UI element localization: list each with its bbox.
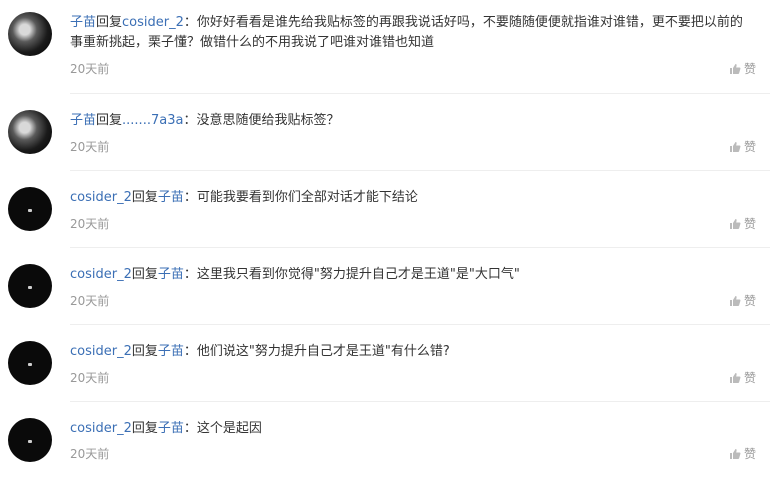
like-label: 赞 xyxy=(743,447,756,461)
comment-time: 20天前 xyxy=(70,217,110,231)
reply-word: 回复 xyxy=(96,15,123,30)
comment-item: cosider_2回复子苗：这个是起因 20天前 赞 xyxy=(0,402,770,479)
avatar[interactable] xyxy=(8,187,52,231)
reply-word: 回复 xyxy=(131,190,158,205)
like-button[interactable]: 赞 xyxy=(729,138,756,155)
reply-to-link[interactable]: 子苗 xyxy=(158,190,184,205)
comment-text: ：这里我只看到你觉得"努力提升自己才是王道"是"大口气" xyxy=(183,267,520,282)
comment-item: cosider_2回复子苗：他们说这"努力提升自己才是王道"有什么错? 20天前… xyxy=(0,325,770,402)
comment-content: cosider_2回复子苗：可能我要看到你们全部对话才能下结论 xyxy=(70,188,754,208)
reply-word: 回复 xyxy=(131,344,158,359)
like-button[interactable]: 赞 xyxy=(729,292,756,309)
like-label: 赞 xyxy=(743,140,756,154)
comment-text: ：他们说这"努力提升自己才是王道"有什么错? xyxy=(183,344,450,359)
comment-list: 子苗回复cosider_2：你好好看看是谁先给我贴标签的再跟我说话好吗，不要随随… xyxy=(0,0,770,479)
thumbs-up-icon xyxy=(729,372,741,383)
avatar[interactable] xyxy=(8,264,52,308)
thumbs-up-icon xyxy=(729,218,741,229)
avatar[interactable] xyxy=(8,341,52,385)
comment-time: 20天前 xyxy=(70,140,110,154)
author-link[interactable]: 子苗 xyxy=(70,113,96,128)
author-link[interactable]: cosider_2 xyxy=(70,344,132,359)
reply-word: 回复 xyxy=(131,267,158,282)
like-button[interactable]: 赞 xyxy=(729,215,756,232)
thumbs-up-icon xyxy=(729,141,741,152)
like-label: 赞 xyxy=(743,294,756,308)
comment-time: 20天前 xyxy=(70,371,110,385)
comment-content: cosider_2回复子苗：这里我只看到你觉得"努力提升自己才是王道"是"大口气… xyxy=(70,265,754,285)
like-button[interactable]: 赞 xyxy=(729,445,756,462)
reply-to-link[interactable]: 子苗 xyxy=(158,267,184,282)
comment-time: 20天前 xyxy=(70,447,110,461)
comment-content: cosider_2回复子苗：这个是起因 xyxy=(70,419,754,439)
comment-text: ：可能我要看到你们全部对话才能下结论 xyxy=(183,190,418,205)
comment-content: 子苗回复cosider_2：你好好看看是谁先给我贴标签的再跟我说话好吗，不要随随… xyxy=(70,13,754,53)
reply-to-link[interactable]: .......7a3a xyxy=(122,113,183,128)
avatar[interactable] xyxy=(8,418,52,462)
reply-to-link[interactable]: 子苗 xyxy=(158,421,184,436)
like-button[interactable]: 赞 xyxy=(729,60,756,77)
comment-item: 子苗回复.......7a3a：没意思随便给我贴标签？ 20天前 赞 xyxy=(0,94,770,171)
like-label: 赞 xyxy=(743,217,756,231)
author-link[interactable]: 子苗 xyxy=(70,15,96,30)
like-label: 赞 xyxy=(743,371,756,385)
comment-item: cosider_2回复子苗：这里我只看到你觉得"努力提升自己才是王道"是"大口气… xyxy=(0,248,770,325)
like-label: 赞 xyxy=(743,62,756,76)
comment-text: ：没意思随便给我贴标签？ xyxy=(183,113,340,128)
reply-word: 回复 xyxy=(96,113,123,128)
comment-content: 子苗回复.......7a3a：没意思随便给我贴标签？ xyxy=(70,111,754,131)
comment-content: cosider_2回复子苗：他们说这"努力提升自己才是王道"有什么错? xyxy=(70,342,754,362)
like-button[interactable]: 赞 xyxy=(729,369,756,386)
comment-time: 20天前 xyxy=(70,294,110,308)
author-link[interactable]: cosider_2 xyxy=(70,190,132,205)
thumbs-up-icon xyxy=(729,448,741,459)
avatar[interactable] xyxy=(8,110,52,154)
comment-text: ：这个是起因 xyxy=(183,421,262,436)
comment-time: 20天前 xyxy=(70,62,110,76)
avatar[interactable] xyxy=(8,12,52,56)
thumbs-up-icon xyxy=(729,295,741,306)
author-link[interactable]: cosider_2 xyxy=(70,421,132,436)
thumbs-up-icon xyxy=(729,63,741,74)
reply-to-link[interactable]: cosider_2 xyxy=(122,15,184,30)
comment-item: 子苗回复cosider_2：你好好看看是谁先给我贴标签的再跟我说话好吗，不要随随… xyxy=(0,0,770,94)
reply-to-link[interactable]: 子苗 xyxy=(158,344,184,359)
comment-item: cosider_2回复子苗：可能我要看到你们全部对话才能下结论 20天前 赞 xyxy=(0,171,770,248)
author-link[interactable]: cosider_2 xyxy=(70,267,132,282)
reply-word: 回复 xyxy=(131,421,158,436)
